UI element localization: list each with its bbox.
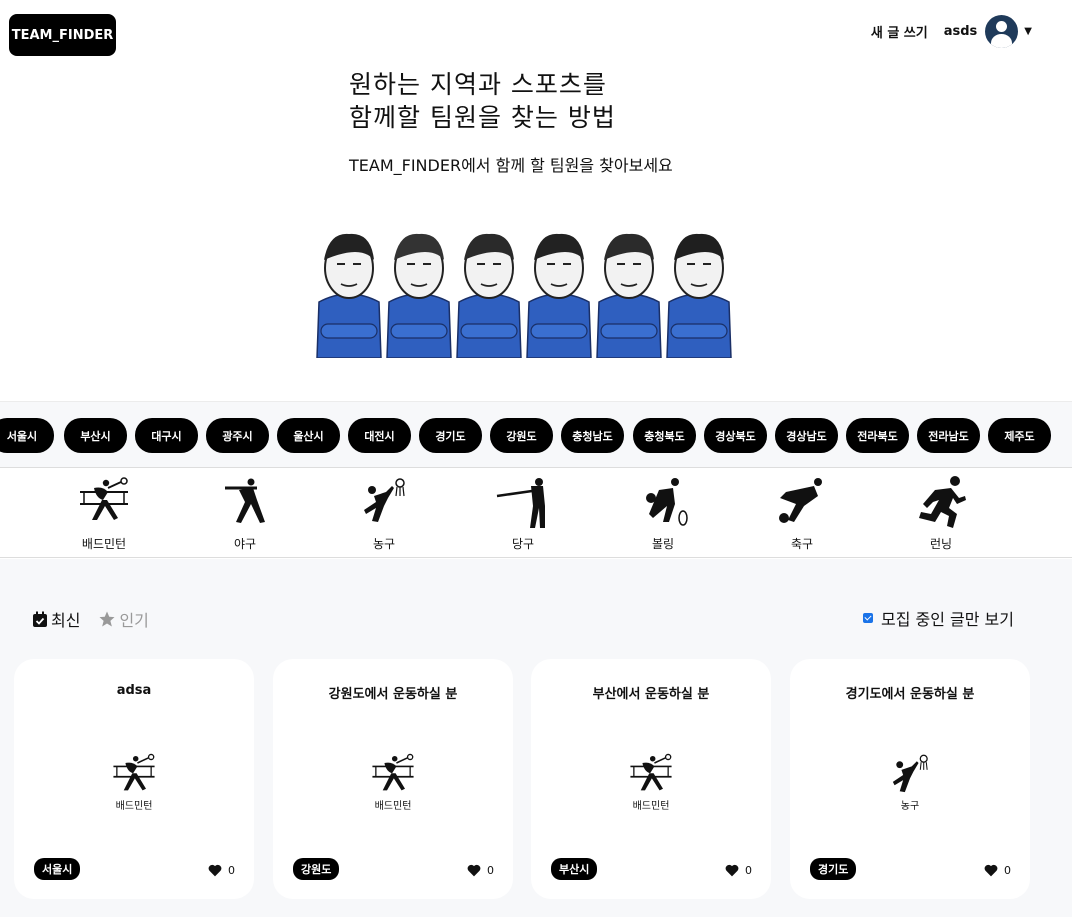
star-icon xyxy=(99,611,115,627)
soccer-icon xyxy=(762,474,842,530)
region-chip[interactable]: 서울시 xyxy=(0,418,54,453)
sport-label: 배드민턴 xyxy=(81,537,127,551)
badminton-icon xyxy=(110,751,158,799)
hero-title: 원하는 지역과 스포츠를 함께할 팀원을 찾는 방법 xyxy=(349,68,673,134)
sort-popular-tab[interactable]: 인기 xyxy=(98,607,149,631)
running-icon xyxy=(901,474,981,530)
hero-title-line2: 함께할 팀원을 찾는 방법 xyxy=(349,103,616,132)
post-title: adsa xyxy=(116,683,152,698)
hero: 원하는 지역과 스포츠를 함께할 팀원을 찾는 방법 TEAM_FINDER에서… xyxy=(349,68,673,176)
calendar-check-icon xyxy=(33,611,47,627)
user-menu[interactable]: asds ▼ xyxy=(943,14,1032,48)
sport-label: 볼링 xyxy=(651,537,675,551)
region-chip[interactable]: 울산시 xyxy=(277,418,340,453)
sport-filter-bar: 배드민턴 야구 농구 당구 볼링 축구 런닝 xyxy=(0,468,1072,558)
post-card[interactable]: 부산에서 운동하실 분배드민턴부산시 0 xyxy=(531,659,771,899)
sport-item[interactable]: 런닝 xyxy=(901,474,981,552)
badminton-icon xyxy=(369,751,417,799)
logo[interactable]: TEAM_FINDER xyxy=(9,14,116,56)
region-chip[interactable]: 제주도 xyxy=(988,418,1051,453)
sport-label: 런닝 xyxy=(929,537,953,551)
post-title: 강원도에서 운동하실 분 xyxy=(328,687,458,702)
billiards-icon xyxy=(483,474,563,530)
sport-item[interactable]: 축구 xyxy=(762,474,842,552)
recruiting-only-filter[interactable]: 모집 중인 글만 보기 xyxy=(862,606,1014,630)
post-card[interactable]: 강원도에서 운동하실 분배드민턴강원도 0 xyxy=(273,659,513,899)
post-sport: 배드민턴 xyxy=(115,801,153,812)
post-card[interactable]: adsa 배드민턴서울시 0 xyxy=(14,659,254,899)
like-count-value: 0 xyxy=(487,864,494,877)
sort-popular-label: 인기 xyxy=(119,611,149,630)
hero-title-line1: 원하는 지역과 스포츠를 xyxy=(349,70,607,99)
bowling-icon xyxy=(623,474,703,530)
sport-label: 축구 xyxy=(790,537,814,551)
like-count[interactable]: 0 xyxy=(467,864,494,877)
sort-tabs: 최신 인기 xyxy=(32,607,149,631)
recruiting-only-label: 모집 중인 글만 보기 xyxy=(880,610,1014,629)
post-card[interactable]: 경기도에서 운동하실 분농구경기도 0 xyxy=(790,659,1030,899)
region-chip[interactable]: 전라남도 xyxy=(917,418,980,453)
region-chip[interactable]: 강원도 xyxy=(490,418,553,453)
sport-item[interactable]: 야구 xyxy=(205,474,285,552)
sport-label: 당구 xyxy=(511,537,535,551)
username: asds xyxy=(943,23,978,39)
basketball-icon xyxy=(886,751,934,799)
sport-label: 야구 xyxy=(233,537,257,551)
heart-icon xyxy=(467,864,481,877)
like-count[interactable]: 0 xyxy=(725,864,752,877)
badminton-icon xyxy=(627,751,675,799)
sport-item[interactable]: 볼링 xyxy=(623,474,703,552)
region-chip[interactable]: 전라북도 xyxy=(846,418,909,453)
region-chip[interactable]: 대구시 xyxy=(135,418,198,453)
sort-latest-tab[interactable]: 최신 xyxy=(32,607,80,631)
region-filter-bar: 서울시 부산시 대구시 광주시 울산시 대전시 경기도 강원도 충청남도 충청북도 경상북도 경상남도… xyxy=(0,401,1072,468)
sport-item[interactable]: 배드민턴 xyxy=(64,474,144,552)
avatar[interactable] xyxy=(985,14,1019,48)
like-count[interactable]: 0 xyxy=(208,864,235,877)
post-sport: 배드민턴 xyxy=(374,801,412,812)
region-chip[interactable]: 충청남도 xyxy=(561,418,624,453)
hero-subtitle: TEAM_FINDER에서 함께 할 팀원을 찾아보세요 xyxy=(349,156,673,175)
post-list-section: 최신 인기 모집 중인 글만 보기 adsa 배드민턴 서울시 0 강원도에서 운동하실… xyxy=(0,559,1072,917)
region-chip[interactable]: 부산시 xyxy=(64,418,127,453)
region-chip[interactable]: 경기도 xyxy=(419,418,482,453)
basketball-icon xyxy=(344,474,424,530)
post-sport: 배드민턴 xyxy=(632,801,670,812)
region-chip[interactable]: 대전시 xyxy=(348,418,411,453)
baseball-icon xyxy=(205,474,285,530)
heart-icon xyxy=(208,864,222,877)
sport-item[interactable]: 농구 xyxy=(344,474,424,552)
region-badge: 서울시 xyxy=(34,858,81,880)
post-title: 부산에서 운동하실 분 xyxy=(592,687,710,702)
heart-icon xyxy=(725,864,739,877)
sort-latest-label: 최신 xyxy=(51,611,81,630)
like-count[interactable]: 0 xyxy=(984,864,1011,877)
post-title: 경기도에서 운동하실 분 xyxy=(845,687,975,702)
like-count-value: 0 xyxy=(745,864,752,877)
recruiting-only-checkbox[interactable] xyxy=(862,613,873,623)
heart-icon xyxy=(984,864,998,877)
region-chip[interactable]: 경상남도 xyxy=(775,418,838,453)
sport-label: 농구 xyxy=(372,537,396,551)
like-count-value: 0 xyxy=(228,864,235,877)
top-nav: 새 글 쓰기 asds ▼ xyxy=(871,14,1032,48)
sport-item[interactable]: 당구 xyxy=(483,474,563,552)
post-sport: 농구 xyxy=(900,801,920,812)
region-chip[interactable]: 광주시 xyxy=(206,418,269,453)
region-chip[interactable]: 경상북도 xyxy=(704,418,767,453)
like-count-value: 0 xyxy=(1004,864,1011,877)
badminton-icon xyxy=(64,474,144,530)
region-badge: 강원도 xyxy=(293,858,340,880)
region-badge: 경기도 xyxy=(810,858,857,880)
write-post-link[interactable]: 새 글 쓰기 xyxy=(871,22,928,41)
team-illustration xyxy=(316,233,732,358)
region-badge: 부산시 xyxy=(551,858,598,880)
caret-down-icon[interactable]: ▼ xyxy=(1024,26,1032,37)
region-chip[interactable]: 충청북도 xyxy=(633,418,696,453)
